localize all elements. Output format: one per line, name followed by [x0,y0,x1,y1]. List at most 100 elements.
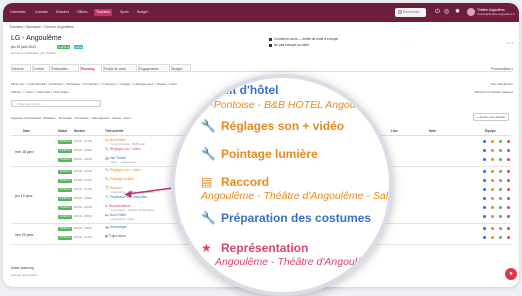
team-indicators[interactable] [483,149,513,153]
nav-dossiers[interactable]: Dossiers [54,9,71,16]
zoom-line-2-title: Réglages son + vidéo [221,119,345,133]
team-dot [499,140,502,143]
activity-time: 09:00 - 10:00 [74,157,92,161]
activity-title[interactable]: 🔧 Réglages son + vidéo [105,147,141,151]
activity-title[interactable]: 🔧 Préparation des costumes [105,195,147,199]
zoom-line-5-title: Préparation des costumes [221,211,372,225]
checkbox-no-send[interactable]: Ne pas envoyer au client [269,43,309,47]
bell-icon[interactable]: ⏻ [435,8,440,17]
team-indicators[interactable] [483,170,513,174]
nav-contrats[interactable]: Contrats [33,9,50,16]
tab-contrat[interactable]: Contrat [32,64,50,72]
team-indicators[interactable] [483,197,513,201]
tab-bar: Général Contrat Facturation Planning Feu… [11,64,511,72]
activity-title[interactable]: 🔧 Réglages son + vidéo [105,168,141,172]
activity-icon: 🛏 [105,138,110,142]
team-dot [499,206,502,209]
team-indicators[interactable] [483,140,513,144]
team-dot [499,236,502,239]
team-dot [507,158,510,161]
team-dot [507,179,510,182]
activity-time: 18:00 - 19:00 [74,148,92,152]
team-dot [483,170,486,173]
bed-icon: ▬ [193,85,205,99]
zoom-line-6-sub: Angoulême - Théâtre d'Angoulême [215,256,378,268]
team-dot [491,236,494,239]
activity-icon: 🚐 [105,156,109,160]
team-dot [491,170,494,173]
activity-time: 20:30 - 22:00 [74,205,92,209]
team-indicators[interactable] [483,179,513,183]
tab-engagements[interactable]: Engagements [138,64,170,72]
nav-budget[interactable]: Budget [135,9,150,16]
help-icon[interactable]: ◎ [444,8,449,17]
zoom-line-6-title: Représentation [221,241,309,255]
search-icon [398,10,402,14]
team-indicators[interactable] [483,188,513,192]
gear-icon[interactable]: ✹ [455,8,460,17]
column-title: Title activité [105,129,124,133]
tab-feuille-de-route[interactable]: Feuille de route [103,64,137,72]
team-indicators[interactable] [483,215,513,219]
keyword-filter-input[interactable]: Filtrer par mot-clé [11,100,101,107]
team-dot [491,149,494,152]
activity-time: 13:00 - 14:00 [74,178,92,182]
display-filters[interactable]: Afficher: ☐ Tous ☐ Sans date ☐ Par défau… [11,90,69,94]
customize-dropdown[interactable]: Personnaliser ▾ [491,67,513,71]
team-indicators[interactable] [483,206,513,210]
column-date: Date [23,129,30,133]
avatar[interactable] [467,8,475,16]
status-badge: Confirmé [58,170,72,174]
team-dot [491,227,494,230]
activity-icon: 📋 [105,186,109,190]
activity-title[interactable]: 🔧 Pointage lumière [105,177,134,181]
nav-tournees[interactable]: Tournées [94,9,112,16]
zoom-line-4-title: Raccord [221,175,270,189]
breadcrumb[interactable]: Tournées › Spectacle › Tournée Angoulême [9,25,74,29]
calendar-icon: ▤ [201,175,213,189]
show-past-toggle[interactable]: Afficher les activités passées [475,90,513,94]
help-chat-button[interactable]: ● [505,268,517,280]
activity-time: 09:00 - 10:00 [74,226,92,230]
nav-offices[interactable]: Offices [75,9,90,16]
event-date: jeu 19 janv 2023 [11,45,36,49]
nav-spots[interactable]: Spots [118,9,131,16]
activity-title-text: Trajet retour [108,234,127,238]
category-filters[interactable]: Filtrer par: ☐ Administratif ☐ Artistiqu… [11,82,177,86]
column-status: Statut [58,129,68,133]
status-badge: Confirmé [58,149,72,153]
column-team: Équipe [485,129,496,133]
zoom-line-4-sub: Angoulême - Théâtre d'Angoulême - Salle … [201,190,393,202]
team-dot [507,215,510,218]
tab-budget[interactable]: Budget [171,64,191,72]
page-title: LG - Angoulême [11,35,62,42]
team-dot [507,149,510,152]
team-dot [507,227,510,230]
status-badge-confirmed: Confirmé [57,45,71,49]
team-dot [491,197,494,200]
tab-general[interactable]: Général [11,64,31,72]
activity-title[interactable]: 🚐 Démontage [105,225,126,229]
activity-title-text: Pointage lumière [109,177,134,181]
select-all-link[interactable]: Tout sélectionner [490,82,513,86]
add-activity-button[interactable]: + Ajouter une activité [473,113,509,121]
category-legend: Légende: Administratif · Artistique · Te… [11,116,131,120]
tab-facturation[interactable]: Facturation [51,64,79,72]
wrench-icon: 🔧 [201,147,216,161]
team-dot [483,140,486,143]
team-dot [507,236,510,239]
checkbox-contract[interactable]: Contrat en cours — feuille de route à en… [269,37,338,41]
team-indicators[interactable] [483,158,513,162]
team-dot [499,158,502,161]
nav-calendrier[interactable]: Calendrier [8,9,28,16]
status-badge: Confirmé [58,227,72,231]
team-indicators[interactable] [483,236,513,240]
team-indicators[interactable] [483,227,513,231]
column-place: Lieu [391,129,398,133]
tab-planning[interactable]: Planning [80,64,102,72]
team-dot [491,188,494,191]
activity-subtitle: Torcy-Pontoise - B&B Hotel [111,142,145,146]
activity-title[interactable]: ▦ Trajet retour [105,234,126,238]
wrench-icon: 🔧 [201,119,216,133]
status-badge-signed: Signé [74,45,84,49]
